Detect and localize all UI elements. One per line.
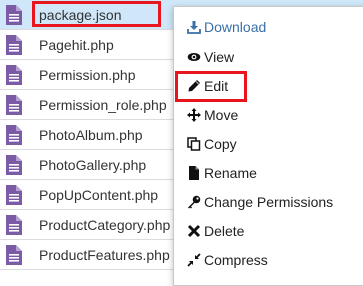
menu-label-delete: Delete	[204, 223, 245, 239]
file-name: Permission.php	[39, 66, 136, 83]
file-icon	[6, 34, 22, 55]
menu-item-move[interactable]: Move	[174, 103, 363, 127]
menu-item-view[interactable]: View	[174, 45, 363, 69]
file-icon	[6, 214, 22, 235]
file-name: ProductFeatures.php	[39, 246, 170, 263]
menu-label-download: Download	[204, 19, 267, 35]
file-icon	[6, 124, 22, 145]
menu-item-rename[interactable]: Rename	[174, 161, 363, 185]
menu-item-change-permissions[interactable]: Change Permissions	[174, 190, 363, 214]
file-name: PhotoGallery.php	[39, 156, 147, 173]
menu-label-change-permissions: Change Permissions	[204, 194, 334, 210]
menu-item-download[interactable]: Download	[174, 15, 363, 39]
menu-label-copy: Copy	[204, 136, 237, 152]
file-name: Permission_role.php	[39, 96, 167, 113]
key-icon	[188, 195, 201, 209]
menu-label-view: View	[204, 49, 235, 65]
menu-label-rename: Rename	[204, 165, 257, 181]
context-menu: Download View Edit Move Copy Rename Chan…	[173, 6, 363, 286]
eye-icon	[187, 53, 201, 61]
edit-highlight-box	[175, 71, 247, 102]
menu-item-edit[interactable]: Edit	[174, 71, 363, 102]
file-icon	[6, 244, 22, 265]
download-icon	[187, 21, 201, 34]
close-x-icon	[187, 224, 201, 238]
copy-icon	[187, 137, 201, 151]
file-icon	[6, 64, 22, 85]
file-name: Pagehit.php	[39, 36, 114, 53]
file-icon	[6, 154, 22, 175]
menu-item-compress[interactable]: Compress	[174, 248, 363, 272]
menu-item-delete[interactable]: Delete	[174, 219, 363, 243]
menu-label-compress: Compress	[204, 252, 268, 268]
move-arrows-icon	[187, 108, 201, 122]
compress-icon	[187, 253, 201, 267]
file-icon	[6, 4, 22, 25]
file-name: PopUpContent.php	[39, 186, 159, 203]
file-icon	[6, 184, 22, 205]
menu-item-copy[interactable]: Copy	[174, 132, 363, 156]
menu-label-move: Move	[204, 107, 239, 123]
file-icon	[6, 94, 22, 115]
file-name: package.json	[39, 6, 122, 23]
file-name: ProductCategory.php	[39, 216, 171, 233]
file-rename-icon	[189, 166, 199, 180]
file-name: PhotoAlbum.php	[39, 126, 143, 143]
